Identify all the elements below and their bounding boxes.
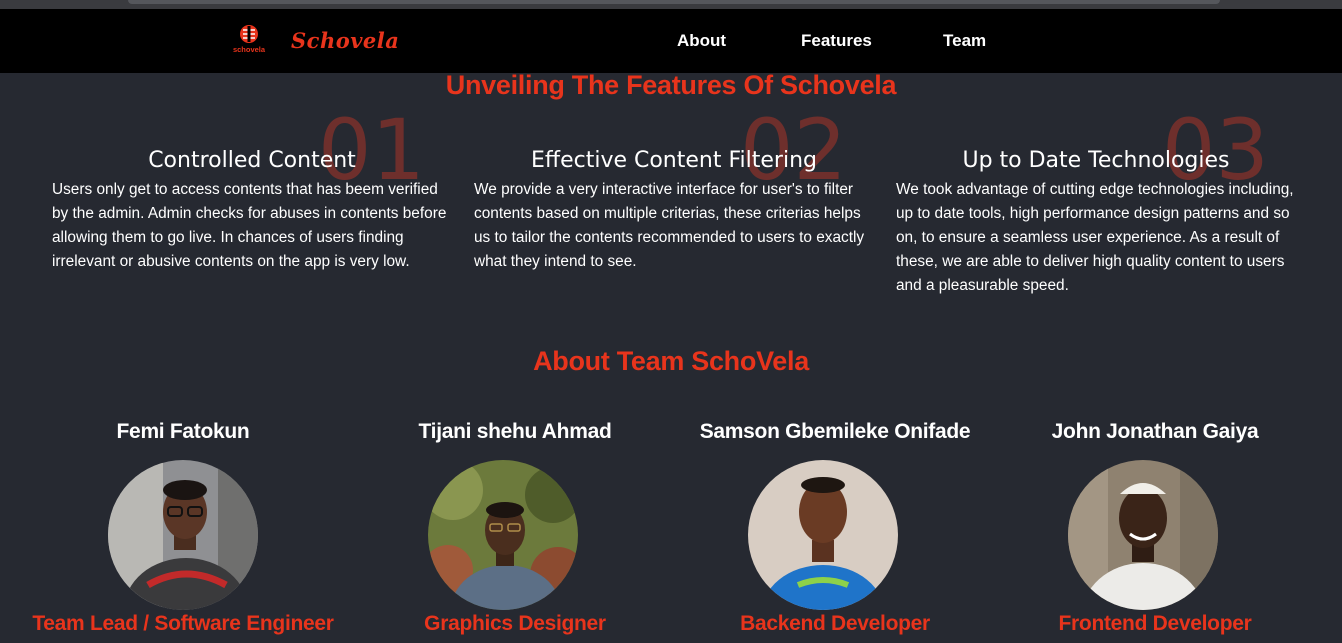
feature-description: We took advantage of cutting edge techno… (896, 181, 1294, 294)
logo-link[interactable]: schovela (228, 23, 270, 55)
nav-link-about[interactable]: About (677, 31, 726, 51)
team-member-role: Backend Developer (740, 612, 930, 635)
brand-name[interactable]: Schovela (291, 28, 399, 53)
team-member-role: Graphics Designer (424, 612, 606, 635)
team-member-card: Samson Gbemileke Onifade Backend Develop… (675, 420, 995, 635)
schovela-logo-icon: schovela (233, 25, 266, 54)
team-member-name: John Jonathan Gaiya (1051, 420, 1259, 443)
browser-scroll-strip (0, 0, 1342, 9)
team-heading: About Team SchoVela (533, 346, 809, 376)
team-member-avatar (748, 460, 898, 610)
team-member-avatar (108, 460, 258, 610)
feature-description: Users only get to access contents that h… (52, 181, 447, 270)
team-member-role: Team Lead / Software Engineer (32, 612, 334, 635)
feature-title: Effective Content Filtering (531, 148, 817, 173)
feature-title: Up to Date Technologies (962, 148, 1230, 173)
feature-description: We provide a very interactive interface … (474, 181, 865, 270)
nav-link-features[interactable]: Features (801, 31, 872, 51)
features-heading: Unveiling The Features Of Schovela (445, 70, 897, 100)
svg-text:schovela: schovela (233, 45, 266, 54)
team-member-name: Femi Fatokun (116, 420, 250, 443)
nav-link-team[interactable]: Team (943, 31, 986, 51)
browser-address-bar-edge (128, 0, 1220, 4)
team-member-card: Tijani shehu Ahmad Graphics Designer (355, 420, 675, 635)
team-member-avatar (1068, 460, 1218, 610)
feature-title: Controlled Content (148, 148, 356, 173)
team-member-name: Samson Gbemileke Onifade (699, 420, 971, 443)
team-member-avatar (428, 460, 578, 610)
team-member-name: Tijani shehu Ahmad (418, 420, 612, 443)
team-member-card: Femi Fatokun Team Lead / Software Engine… (23, 420, 343, 635)
team-member-card: John Jonathan Gaiya Frontend Developer (995, 420, 1315, 635)
navbar: schovela Schovela About Features Team (0, 9, 1342, 73)
team-member-role: Frontend Developer (1058, 612, 1252, 635)
